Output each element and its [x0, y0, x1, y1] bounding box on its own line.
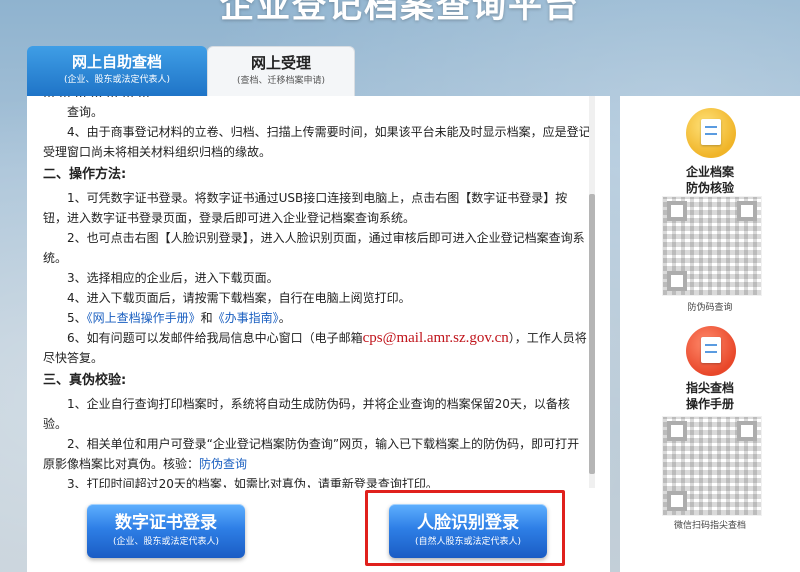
cert-login-sub: (企业、股东或法定代表人) — [112, 537, 220, 547]
verification-item-2-text: 2、相关单位和用户可登录“企业登记档案防伪查询”网页，输入已下载档案上的防伪码，… — [43, 437, 580, 471]
clipped-line: … … … … … … … — [43, 96, 591, 102]
sidebar: 企业档案 防伪核验 防伪码查询 指尖查档 操作手册 微信扫码指尖查档 — [620, 96, 800, 572]
operation-item-6: 6、如有问题可以发邮件给我局信息中心窗口（电子邮箱cps@mail.amr.sz… — [43, 328, 591, 368]
manual-link[interactable]: 《网上查档操作手册》 — [87, 311, 201, 325]
digital-certificate-login-button[interactable]: 数字证书登录 (企业、股东或法定代表人) — [87, 504, 245, 558]
document-icon — [701, 119, 721, 145]
verification-item-2: 2、相关单位和用户可登录“企业登记档案防伪查询”网页，输入已下载档案上的防伪码，… — [43, 434, 591, 474]
face-login-sub: (自然人股东或法定代表人) — [414, 537, 522, 547]
operation-item-4: 4、进入下载页面后，请按需下载档案，自行在电脑上阅览打印。 — [67, 291, 411, 305]
tab-online-acceptance-label: 网上受理 — [250, 54, 311, 72]
document-verify-icon[interactable] — [686, 108, 736, 158]
verification-item-1: 1、企业自行查询打印档案时，系统将自动生成防伪码，并将企业查询的档案保留20天，… — [43, 397, 570, 431]
contact-email: cps@mail.amr.sz.gov.cn — [362, 330, 509, 346]
tab-online-acceptance-sub: (查档、迁移档案申请) — [236, 76, 326, 86]
tab-self-service-label: 网上自助查档 — [71, 53, 162, 71]
operation-item-5-prefix: 5、 — [67, 311, 87, 325]
verify-caption: 防伪码查询 — [687, 303, 733, 313]
manual-label-1[interactable]: 指尖查档 — [620, 380, 800, 396]
book-icon — [701, 337, 721, 363]
manual-caption: 微信扫码指尖查档 — [673, 521, 746, 531]
operation-item-5-and: 和 — [200, 311, 213, 325]
face-login-label: 人脸识别登录 — [417, 513, 519, 533]
operation-item-1: 1、可凭数字证书登录。将数字证书通过USB接口连接到电脑上，点击右图【数字证书登… — [43, 191, 568, 225]
main-panel: … … … … … … … 查询。 4、由于商事登记材料的立卷、归档、扫描上传需… — [27, 96, 610, 572]
cert-login-label: 数字证书登录 — [115, 513, 217, 533]
tab-online-acceptance[interactable]: 网上受理 (查档、迁移档案申请) — [207, 46, 355, 96]
operation-item-5: 5、《网上查档操作手册》和《办事指南》。 — [43, 308, 591, 328]
note-item-4: 4、由于商事登记材料的立卷、归档、扫描上传需要时间，如果该平台未能及时显示档案，… — [43, 125, 591, 159]
section-verification-title: 三、真伪校验: — [43, 373, 127, 388]
guide-link[interactable]: 《办事指南》 — [213, 311, 279, 325]
operation-item-3: 3、选择相应的企业后，进入下载页面。 — [67, 271, 279, 285]
manual-label-2[interactable]: 操作手册 — [620, 396, 800, 412]
manual-qr-code — [662, 416, 762, 516]
verify-qr-code — [662, 196, 762, 296]
content-scrollbar[interactable] — [589, 96, 595, 488]
operation-item-5-suffix: 。 — [278, 311, 291, 325]
tab-self-service[interactable]: 网上自助查档 (企业、股东或法定代表人) — [27, 46, 207, 96]
verify-label-1[interactable]: 企业档案 — [620, 164, 800, 180]
manual-book-icon[interactable] — [686, 326, 736, 376]
continued-line: 查询。 — [67, 105, 104, 119]
verification-item-3: 3、打印时间超过20天的档案，如需比对真伪，请重新登录查询打印。 — [67, 477, 438, 488]
tab-self-service-sub: (企业、股东或法定代表人) — [63, 75, 171, 85]
page-title: 企业登记档案查询平台 — [220, 0, 580, 26]
anti-fake-query-link[interactable]: 防伪查询 — [199, 457, 247, 471]
operation-item-2: 2、也可点击右图【人脸识别登录】，进入人脸识别页面，通过审核后即可进入企业登记档… — [43, 231, 585, 265]
verify-label-2[interactable]: 防伪核验 — [620, 180, 800, 196]
scrollbar-thumb[interactable] — [589, 194, 595, 474]
operation-item-6-text: 6、如有问题可以发邮件给我局信息中心窗口（电子邮箱 — [67, 331, 363, 345]
section-operation-title: 二、操作方法: — [43, 167, 127, 182]
face-recognition-login-button[interactable]: 人脸识别登录 (自然人股东或法定代表人) — [389, 504, 547, 558]
instructions-content: … … … … … … … 查询。 4、由于商事登记材料的立卷、归档、扫描上传需… — [43, 96, 591, 488]
